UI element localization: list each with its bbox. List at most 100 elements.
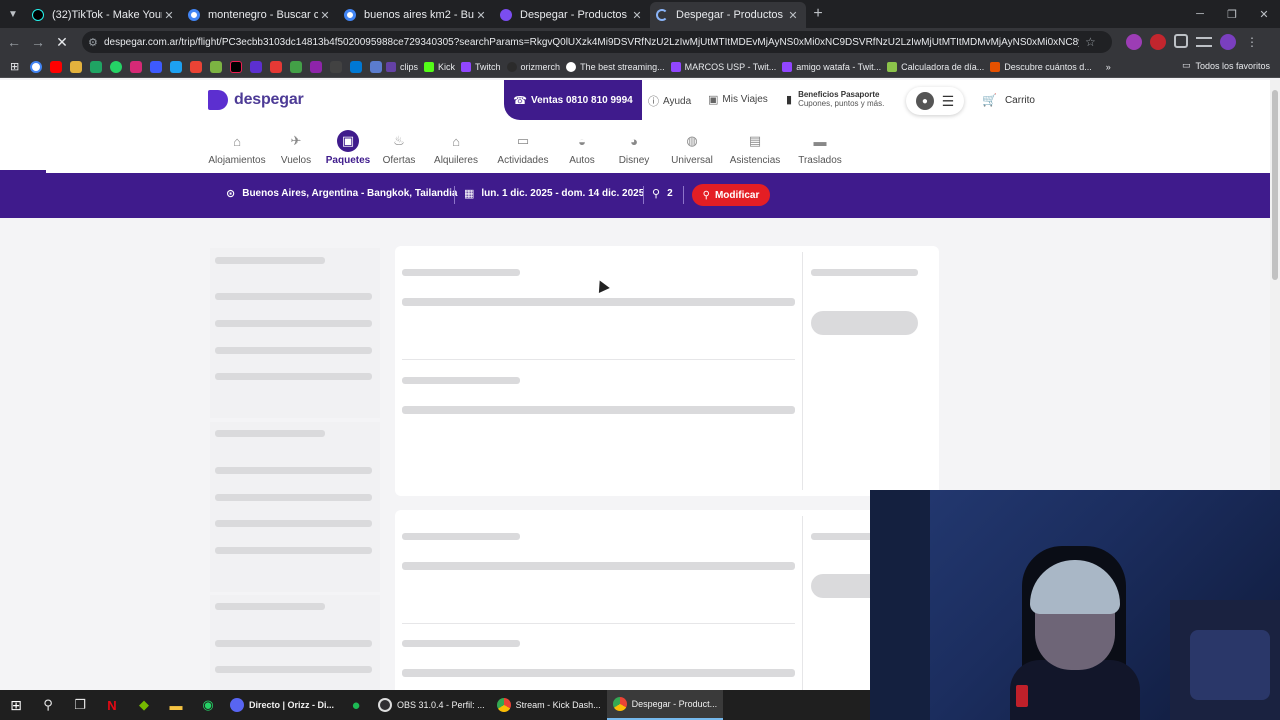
- nav-ofertas[interactable]: ♨ Ofertas: [376, 130, 422, 166]
- minimize-icon[interactable]: ─: [1184, 0, 1216, 28]
- task-view-icon[interactable]: ❐: [64, 690, 96, 720]
- close-icon[interactable]: ✕: [786, 9, 800, 22]
- bookmark-orizmerch[interactable]: orizmerch: [506, 61, 560, 72]
- nvidia-icon[interactable]: ◆: [128, 690, 160, 720]
- ayuda-link[interactable]: ⓘ Ayuda: [648, 93, 691, 109]
- browser-tab[interactable]: buenos aires km2 - Buscar con ✕: [338, 2, 494, 28]
- bookmark-streaming[interactable]: The best streaming...: [566, 61, 665, 72]
- taskbar-app-obs[interactable]: OBS 31.0.4 - Perfil: ...: [372, 690, 491, 720]
- search-icon[interactable]: ⚲: [32, 690, 64, 720]
- bookmark-icon[interactable]: [150, 60, 162, 73]
- divider: [683, 186, 684, 204]
- close-icon[interactable]: ✕: [318, 9, 332, 22]
- url-input[interactable]: ⚙ despegar.com.ar/trip/flight/PC3ecbb310…: [82, 31, 1112, 53]
- bookmark-icon[interactable]: [210, 60, 222, 73]
- nav-label: Alojamientos: [208, 155, 266, 166]
- nav-label: Ofertas: [382, 155, 416, 166]
- bookmark-icon[interactable]: [250, 60, 262, 73]
- back-icon[interactable]: ←: [2, 34, 26, 50]
- despegar-logo[interactable]: despegar: [208, 90, 304, 110]
- browser-tab[interactable]: Despegar - Productos Combina ✕: [494, 2, 650, 28]
- extension-icon[interactable]: [1126, 34, 1142, 50]
- taskbar-app-chrome-kick[interactable]: Stream - Kick Dash...: [491, 690, 607, 720]
- close-window-icon[interactable]: ✕: [1248, 0, 1280, 28]
- restore-icon[interactable]: ❐: [1216, 0, 1248, 28]
- stop-icon[interactable]: ✕: [50, 34, 74, 51]
- nav-autos[interactable]: ◒ Autos: [562, 130, 602, 167]
- bookmark-kick[interactable]: Kick: [424, 61, 455, 72]
- bookmark-icon[interactable]: [370, 60, 382, 73]
- chevron-right-icon[interactable]: »: [1106, 62, 1111, 72]
- bookmark-twitch[interactable]: Twitch: [461, 61, 501, 72]
- netflix-icon[interactable]: N: [96, 690, 128, 720]
- instagram-icon[interactable]: [130, 60, 142, 73]
- nav-paquetes[interactable]: ▣ Paquetes: [320, 130, 376, 166]
- file-explorer-icon[interactable]: ▬: [160, 690, 192, 720]
- whatsapp-icon[interactable]: [110, 60, 122, 73]
- nav-actividades[interactable]: ▭ Actividades: [490, 130, 556, 166]
- bookmark-label: amigo watafa - Twit...: [796, 61, 882, 72]
- url-text: despegar.com.ar/trip/flight/PC3ecbb3103d…: [104, 36, 1079, 48]
- gmail-icon[interactable]: [190, 60, 202, 73]
- nav-universal[interactable]: ◍ Universal: [666, 130, 718, 166]
- bookmark-clips[interactable]: clips: [386, 61, 418, 72]
- tiktok-icon[interactable]: [230, 60, 242, 73]
- close-icon[interactable]: ✕: [630, 9, 644, 22]
- outlook-icon[interactable]: [350, 60, 362, 73]
- nav-vuelos[interactable]: ✈ Vuelos: [278, 130, 314, 166]
- bookmark-icon[interactable]: [270, 60, 282, 73]
- bookmark-icon[interactable]: [170, 60, 182, 73]
- apps-grid-icon[interactable]: ⊞: [10, 61, 22, 73]
- scrollbar-thumb[interactable]: [1272, 90, 1278, 280]
- bookmark-amigo[interactable]: amigo watafa - Twit...: [782, 61, 882, 72]
- nav-alojamientos[interactable]: ⌂ Alojamientos: [200, 130, 274, 167]
- passengers-summary[interactable]: ⚲ 2: [652, 187, 673, 200]
- profile-avatar[interactable]: [1220, 34, 1236, 50]
- browser-tab[interactable]: montenegro - Buscar con Goog ✕: [182, 2, 338, 28]
- bookmark-icon[interactable]: [70, 60, 82, 73]
- taskbar-app-chrome-despegar[interactable]: Despegar - Product...: [606, 690, 724, 720]
- bookmark-icon[interactable]: [290, 60, 302, 73]
- beneficios-pasaporte-link[interactable]: ▮ Beneficios Pasaporte Cupones, puntos y…: [786, 90, 884, 108]
- forward-icon[interactable]: →: [26, 34, 50, 50]
- bookmark-icon[interactable]: [310, 60, 322, 73]
- dates-summary[interactable]: ▦ lun. 1 dic. 2025 - dom. 14 dic. 2025: [464, 187, 644, 200]
- taskbar-app-discord[interactable]: Directo | Orizz - Di...: [224, 690, 340, 720]
- nav-disney[interactable]: ◕ Disney: [612, 130, 656, 167]
- browser-tab[interactable]: (32)TikTok - Make Your Day ✕: [26, 2, 182, 28]
- bookmark-calculadora[interactable]: Calculadora de día...: [887, 61, 984, 72]
- mickey-icon: ◕: [630, 133, 638, 149]
- bookmark-icon[interactable]: [330, 60, 342, 73]
- nav-traslados[interactable]: ▬ Traslados: [792, 130, 848, 167]
- close-icon[interactable]: ✕: [474, 9, 488, 22]
- bookmark-descubre[interactable]: Descubre cuántos d...: [990, 61, 1092, 72]
- queue-icon[interactable]: [1196, 37, 1212, 47]
- all-bookmarks[interactable]: ▭ Todos los favoritos: [1182, 60, 1270, 71]
- skeleton-line: [402, 640, 520, 647]
- new-tab-button[interactable]: +: [806, 5, 830, 23]
- nav-alquileres[interactable]: ⌂ Alquileres: [428, 130, 484, 167]
- extension-icon[interactable]: [1150, 34, 1166, 50]
- bookmark-icon[interactable]: [90, 60, 102, 73]
- mis-viajes-link[interactable]: ▣ Mis Viajes: [708, 93, 768, 106]
- whatsapp-icon[interactable]: ◉: [192, 690, 224, 720]
- ventas-phone-button[interactable]: ☎ Ventas 0810 810 9994: [504, 80, 642, 120]
- logo-text: despegar: [234, 91, 304, 108]
- nav-asistencias[interactable]: ▤ Asistencias: [724, 130, 786, 166]
- youtube-icon[interactable]: [50, 60, 62, 73]
- carrito-link[interactable]: 🛒 Carrito: [982, 93, 1035, 107]
- windows-start-icon[interactable]: ⊞: [0, 690, 32, 720]
- google-icon[interactable]: [30, 60, 42, 73]
- user-menu-button[interactable]: ● ☰: [906, 87, 964, 115]
- tab-search-icon[interactable]: ▼: [0, 0, 26, 28]
- site-info-icon[interactable]: ⚙: [88, 36, 104, 49]
- browser-tab-active[interactable]: Despegar - Productos combina ✕: [650, 2, 806, 28]
- bookmark-marcos[interactable]: MARCOS USP - Twit...: [670, 61, 776, 72]
- bookmark-star-icon[interactable]: ☆: [1085, 35, 1096, 49]
- spotify-icon[interactable]: ●: [340, 690, 372, 720]
- modificar-button[interactable]: ⚲ Modificar: [692, 184, 770, 206]
- kebab-menu-icon[interactable]: ⋮: [1244, 34, 1260, 50]
- puzzle-icon[interactable]: [1174, 34, 1188, 48]
- close-icon[interactable]: ✕: [162, 9, 176, 22]
- route-summary[interactable]: ⊙ Buenos Aires, Argentina - Bangkok, Tai…: [226, 187, 457, 200]
